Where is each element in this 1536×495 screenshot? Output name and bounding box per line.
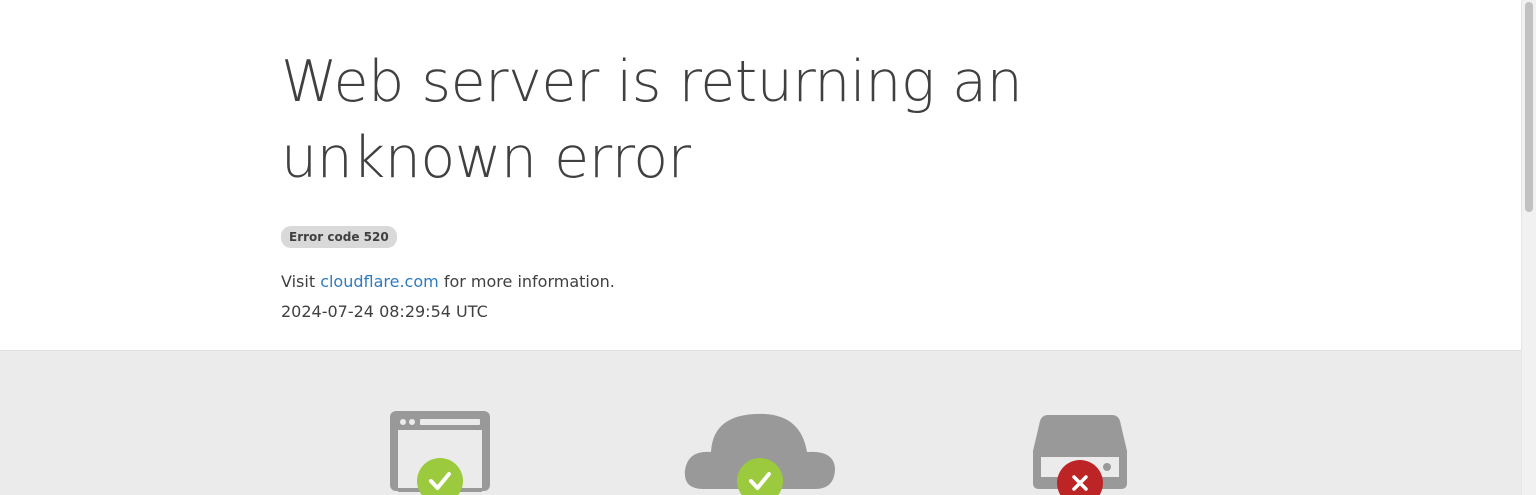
x-icon bbox=[1057, 460, 1103, 495]
page-title: Web server is returning an unknown error bbox=[281, 49, 1023, 191]
browser-node bbox=[389, 410, 491, 495]
header-content: Web server is returning an unknown error… bbox=[281, 44, 1181, 322]
error-code-badge: Error code 520 bbox=[281, 226, 397, 248]
checkmark-icon bbox=[417, 458, 463, 495]
info-suffix: for more information. bbox=[438, 272, 615, 291]
server-node bbox=[1032, 413, 1128, 495]
error-page: Web server is returning an unknown error… bbox=[0, 0, 1521, 495]
cloudflare-node bbox=[683, 412, 836, 495]
header-section: Web server is returning an unknown error… bbox=[0, 0, 1521, 350]
info-prefix: Visit bbox=[281, 272, 321, 291]
cloudflare-link[interactable]: cloudflare.com bbox=[320, 272, 439, 291]
timestamp: 2024-07-24 08:29:54 UTC bbox=[281, 302, 488, 321]
scrollbar-thumb[interactable] bbox=[1525, 2, 1533, 212]
vertical-scrollbar[interactable] bbox=[1521, 0, 1536, 495]
status-diagram bbox=[0, 350, 1521, 495]
info-text: Visit cloudflare.com for more informatio… bbox=[281, 272, 1181, 292]
checkmark-icon bbox=[737, 458, 783, 495]
